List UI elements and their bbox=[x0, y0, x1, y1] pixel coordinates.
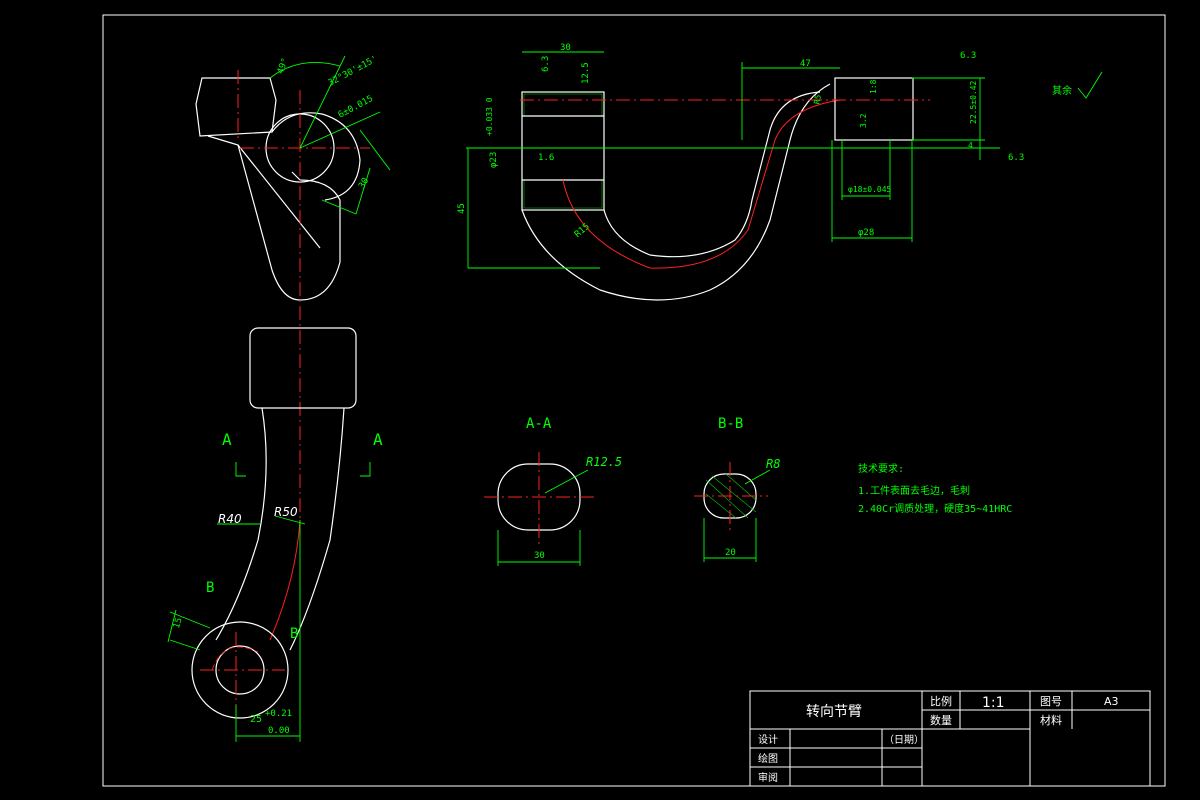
section-bb-label: B-B bbox=[718, 416, 743, 432]
dim-25-tol-up: +0.21 bbox=[265, 709, 292, 719]
upper-block-outline bbox=[195, 77, 277, 137]
lower-arm-outline-2 bbox=[289, 407, 345, 651]
rough-16: 1.6 bbox=[538, 153, 554, 163]
design-label: 设计 bbox=[758, 733, 778, 746]
section-aa-radius: R12.5 bbox=[586, 455, 622, 469]
title-block: 转向节臂 比例 1:1 图号 A3 数量 材料 设计 （日期） 绘图 审阅 bbox=[749, 690, 1151, 787]
angle-tol: 32°30'±15' bbox=[327, 54, 380, 88]
scale-value: 1:1 bbox=[982, 695, 1005, 711]
review-label: 审阅 bbox=[758, 771, 778, 784]
section-bb: B-B 20 R8 bbox=[694, 416, 780, 562]
top-view: 45 30 6.3 12.5 1.6 φ23 +0.033 0 R15 47 R… bbox=[457, 43, 1103, 301]
dim-r15: R15 bbox=[573, 222, 592, 240]
quantity-label: 数量 bbox=[930, 714, 952, 727]
arm-inner bbox=[603, 91, 821, 258]
section-a-right: A bbox=[373, 430, 383, 449]
rough-63c: 6.3 bbox=[1008, 153, 1024, 163]
section-aa-width: 30 bbox=[534, 551, 545, 561]
drawn-label: 绘图 bbox=[758, 752, 778, 765]
dim-47: 47 bbox=[800, 59, 811, 69]
dim-30-top: 30 bbox=[560, 43, 571, 53]
dim-3-2: 3.2 bbox=[859, 113, 868, 128]
mid-block-outline bbox=[249, 327, 357, 409]
dim-25-tol-dn: 0.00 bbox=[268, 726, 290, 736]
sheet-size: A3 bbox=[1104, 695, 1119, 708]
section-bb-width: 20 bbox=[725, 548, 736, 558]
dim-phi28: φ28 bbox=[858, 228, 874, 238]
notes-heading: 技术要求: bbox=[858, 462, 904, 475]
r50: R50 bbox=[274, 505, 298, 519]
technical-notes: 技术要求: 1.工件表面去毛边，毛刺 2.40Cr调质处理，硬度35~41HRC bbox=[858, 462, 1012, 515]
scale-label: 比例 bbox=[930, 694, 952, 708]
section-b-left: B bbox=[206, 580, 214, 596]
drawing-border bbox=[102, 14, 1166, 787]
angle-49: 49° bbox=[276, 57, 291, 76]
material-label: 材料 bbox=[1040, 713, 1062, 727]
section-a-left: A bbox=[222, 430, 232, 449]
cad-drawing: 49° 32°30'±15' 6±0.015 30 25 +0.21 0.00 … bbox=[102, 14, 1166, 787]
taper-1-8: 1:8 bbox=[869, 79, 878, 94]
rough-63a: 6.3 bbox=[541, 56, 551, 72]
upper-arm-outline bbox=[207, 135, 341, 301]
rough-63b: 6.3 bbox=[960, 51, 976, 61]
front-view: 49° 32°30'±15' 6±0.015 30 25 +0.21 0.00 … bbox=[167, 54, 391, 742]
dim-15: 15 bbox=[172, 617, 185, 630]
upper-arm-inner-outline bbox=[237, 144, 321, 249]
r40: R40 bbox=[218, 512, 242, 526]
dim-30-front: 30 bbox=[357, 176, 371, 190]
dim-phi23: φ23 bbox=[489, 152, 499, 168]
date-label: （日期） bbox=[884, 734, 924, 746]
part-name: 转向节臂 bbox=[806, 704, 862, 720]
notes-line-1: 1.工件表面去毛边，毛刺 bbox=[858, 484, 970, 497]
dim-4: 4 bbox=[968, 141, 973, 150]
dim-45: 45 bbox=[457, 203, 467, 214]
hub-outline bbox=[271, 112, 361, 201]
section-b-right: B bbox=[290, 626, 298, 642]
dim-25: 25 bbox=[250, 714, 262, 725]
section-bb-radius: R8 bbox=[766, 457, 780, 471]
notes-line-2: 2.40Cr调质处理，硬度35~41HRC bbox=[858, 502, 1012, 515]
hub-section bbox=[521, 91, 605, 211]
dim-r5: R5 bbox=[812, 94, 823, 105]
drawing-no-label: 图号 bbox=[1040, 695, 1062, 708]
section-aa-label: A-A bbox=[526, 416, 552, 432]
section-aa: A-A 30 R12.5 bbox=[484, 416, 622, 566]
dim-phi18: φ18±0.045 bbox=[848, 185, 892, 194]
rest-note: 其余 bbox=[1052, 84, 1072, 97]
dim-phi23-tol: +0.033 0 bbox=[485, 97, 494, 136]
dim-22-5: 22.5±0.42 bbox=[969, 80, 978, 124]
dim-12-5: 12.5 bbox=[581, 62, 591, 84]
